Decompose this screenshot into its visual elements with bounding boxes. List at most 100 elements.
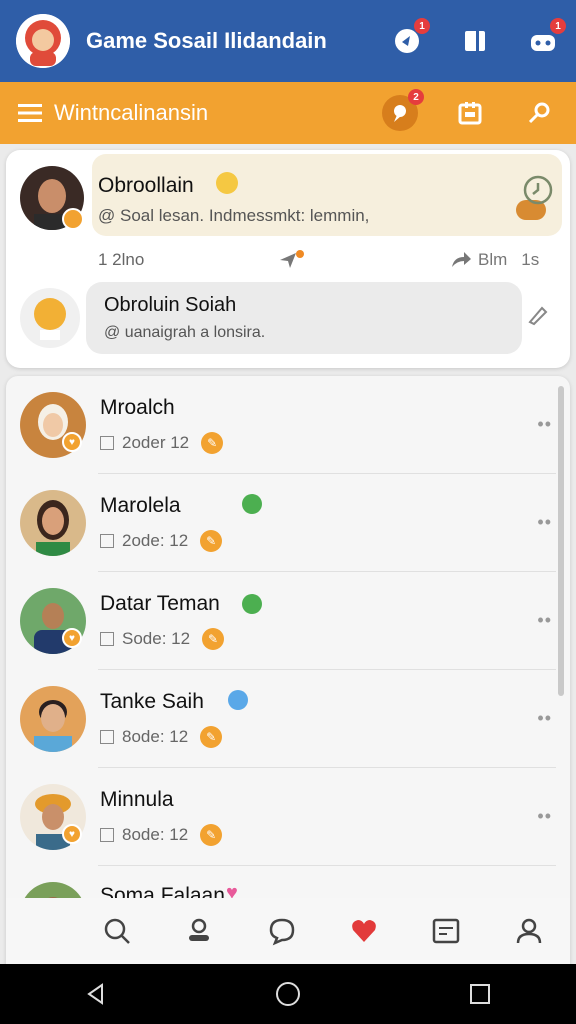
contact-meta: 8ode: 12 ✎ bbox=[100, 726, 223, 748]
nav-search[interactable] bbox=[97, 911, 137, 951]
recents-icon bbox=[470, 984, 490, 1004]
message-box-icon bbox=[433, 918, 460, 944]
coin-icon: ✎ bbox=[202, 628, 225, 650]
checkbox-icon bbox=[100, 436, 114, 450]
send-icon[interactable] bbox=[278, 250, 306, 270]
contact-code: Sode: 12 bbox=[122, 629, 191, 648]
nav-chat[interactable] bbox=[262, 911, 302, 951]
contact-code: 8ode: 12 bbox=[122, 727, 189, 746]
more-options-icon[interactable]: •• bbox=[537, 806, 552, 827]
list-item[interactable]: ♥ Datar Teman Sode: 12 ✎ •• bbox=[6, 572, 570, 670]
bookmark-icon bbox=[465, 31, 485, 51]
emoji-icon bbox=[216, 172, 238, 194]
search-icon bbox=[528, 102, 550, 124]
search-icon bbox=[104, 918, 131, 944]
profile-icon bbox=[516, 918, 542, 944]
search-people-button[interactable] bbox=[522, 95, 558, 131]
person-avatar-icon bbox=[20, 686, 86, 752]
contact-name: Datar Teman bbox=[100, 592, 220, 615]
default-avatar-icon bbox=[34, 298, 66, 340]
contact-meta: 8ode: 12 ✎ bbox=[100, 824, 223, 846]
menu-icon[interactable] bbox=[18, 103, 42, 123]
more-options-icon[interactable]: •• bbox=[537, 610, 552, 631]
recents-button[interactable] bbox=[460, 974, 500, 1014]
contact-code: 2oder 12 bbox=[122, 433, 190, 452]
contact-avatar bbox=[20, 490, 86, 556]
app-title: Game Sosail Ilidandain bbox=[86, 28, 327, 53]
list-item[interactable]: ♥ Mroalch 2oder 12 ✎ •• bbox=[6, 376, 570, 474]
contact-meta: Sode: 12 ✎ bbox=[100, 628, 225, 650]
chat-name: Obroluin Soiah bbox=[104, 294, 237, 316]
contact-code: 2ode: 12 bbox=[122, 531, 189, 550]
chat-preview[interactable]: Obroluin Soiah @ uanaigrah a lonsira. bbox=[20, 282, 570, 354]
heart-icon bbox=[352, 920, 376, 942]
notification-badge: 1 bbox=[414, 18, 430, 34]
coin-icon: ✎ bbox=[200, 530, 223, 552]
checkbox-icon bbox=[100, 534, 114, 548]
share-button[interactable]: Blm 1s bbox=[450, 250, 539, 270]
list-item[interactable]: ♥ Minnula 8ode: 12 ✎ •• bbox=[6, 768, 570, 866]
chat-icon bbox=[269, 918, 295, 946]
post-author-name: Obroollain bbox=[98, 174, 194, 197]
chat-avatar bbox=[20, 288, 80, 348]
checkbox-icon bbox=[100, 632, 114, 646]
game-button[interactable]: 1 bbox=[526, 18, 566, 58]
post-time: 1s bbox=[521, 250, 540, 269]
back-button[interactable] bbox=[76, 974, 116, 1014]
chat-bubble: Obroluin Soiah @ uanaigrah a lonsira. bbox=[86, 282, 522, 354]
post-likes: 1 2lno bbox=[98, 250, 145, 269]
contact-code: 8ode: 12 bbox=[122, 825, 189, 844]
more-options-icon[interactable]: •• bbox=[537, 512, 552, 533]
home-system-button[interactable] bbox=[268, 974, 308, 1014]
clock-icon[interactable] bbox=[522, 174, 554, 206]
top-app-bar: Game Sosail Ilidandain 1 1 bbox=[0, 0, 576, 82]
section-bar: Wintncalinansin 2 bbox=[0, 82, 576, 144]
more-options-icon[interactable]: •• bbox=[537, 414, 552, 435]
checkbox-icon bbox=[100, 828, 114, 842]
home-icon bbox=[189, 918, 210, 941]
coin-icon: ✎ bbox=[200, 726, 223, 748]
back-icon bbox=[87, 983, 103, 1005]
contact-avatar bbox=[20, 686, 86, 752]
logo-avatar-icon bbox=[16, 14, 70, 68]
nav-home[interactable] bbox=[179, 911, 219, 951]
home-circle-icon bbox=[276, 982, 300, 1006]
checkbox-icon bbox=[100, 730, 114, 744]
coin-icon: ✎ bbox=[201, 432, 224, 454]
heart-badge-icon: ♥ bbox=[62, 628, 82, 648]
system-navigation-bar bbox=[0, 964, 576, 1024]
nav-messages[interactable] bbox=[426, 911, 466, 951]
post-bubble: Obroollain @ Soal lesan. Indmessmkt: lem… bbox=[92, 154, 562, 236]
heart-badge-icon: ♥ bbox=[62, 824, 82, 844]
bottom-navigation bbox=[6, 898, 570, 964]
more-options-icon[interactable]: •• bbox=[537, 708, 552, 729]
chat-message: @ uanaigrah a lonsira. bbox=[104, 324, 266, 341]
nav-favorites[interactable] bbox=[344, 911, 384, 951]
section-title: Wintncalinansin bbox=[54, 100, 209, 125]
status-icon bbox=[228, 690, 248, 710]
heart-badge-icon: ♥ bbox=[62, 432, 82, 452]
nav-profile[interactable] bbox=[509, 911, 549, 951]
edit-icon[interactable] bbox=[526, 304, 550, 328]
person-avatar-icon bbox=[20, 490, 86, 556]
list-item[interactable]: Tanke Saih 8ode: 12 ✎ •• bbox=[6, 670, 570, 768]
coin-icon: ✎ bbox=[200, 824, 223, 846]
alert-badge: 2 bbox=[408, 89, 424, 105]
alert-button[interactable]: 2 bbox=[382, 89, 424, 131]
online-status-icon bbox=[242, 594, 262, 614]
calendar-icon bbox=[458, 102, 482, 125]
verified-badge-icon bbox=[62, 208, 84, 230]
contact-meta: 2oder 12 ✎ bbox=[100, 432, 224, 454]
app-logo-avatar[interactable] bbox=[16, 14, 70, 68]
contact-name: Marolela bbox=[100, 494, 181, 517]
calendar-button[interactable] bbox=[452, 95, 488, 131]
share-label: Blm bbox=[478, 250, 508, 269]
game-badge: 1 bbox=[550, 18, 566, 34]
bookmark-button[interactable] bbox=[458, 24, 492, 58]
contact-name: Tanke Saih bbox=[100, 690, 204, 713]
contact-name: Minnula bbox=[100, 788, 174, 811]
alert-icon bbox=[394, 105, 406, 122]
list-item[interactable]: Marolela 2ode: 12 ✎ •• bbox=[6, 474, 570, 572]
notification-button[interactable]: 1 bbox=[390, 18, 430, 58]
post-message: @ Soal lesan. Indmessmkt: lemmin, bbox=[98, 206, 370, 225]
